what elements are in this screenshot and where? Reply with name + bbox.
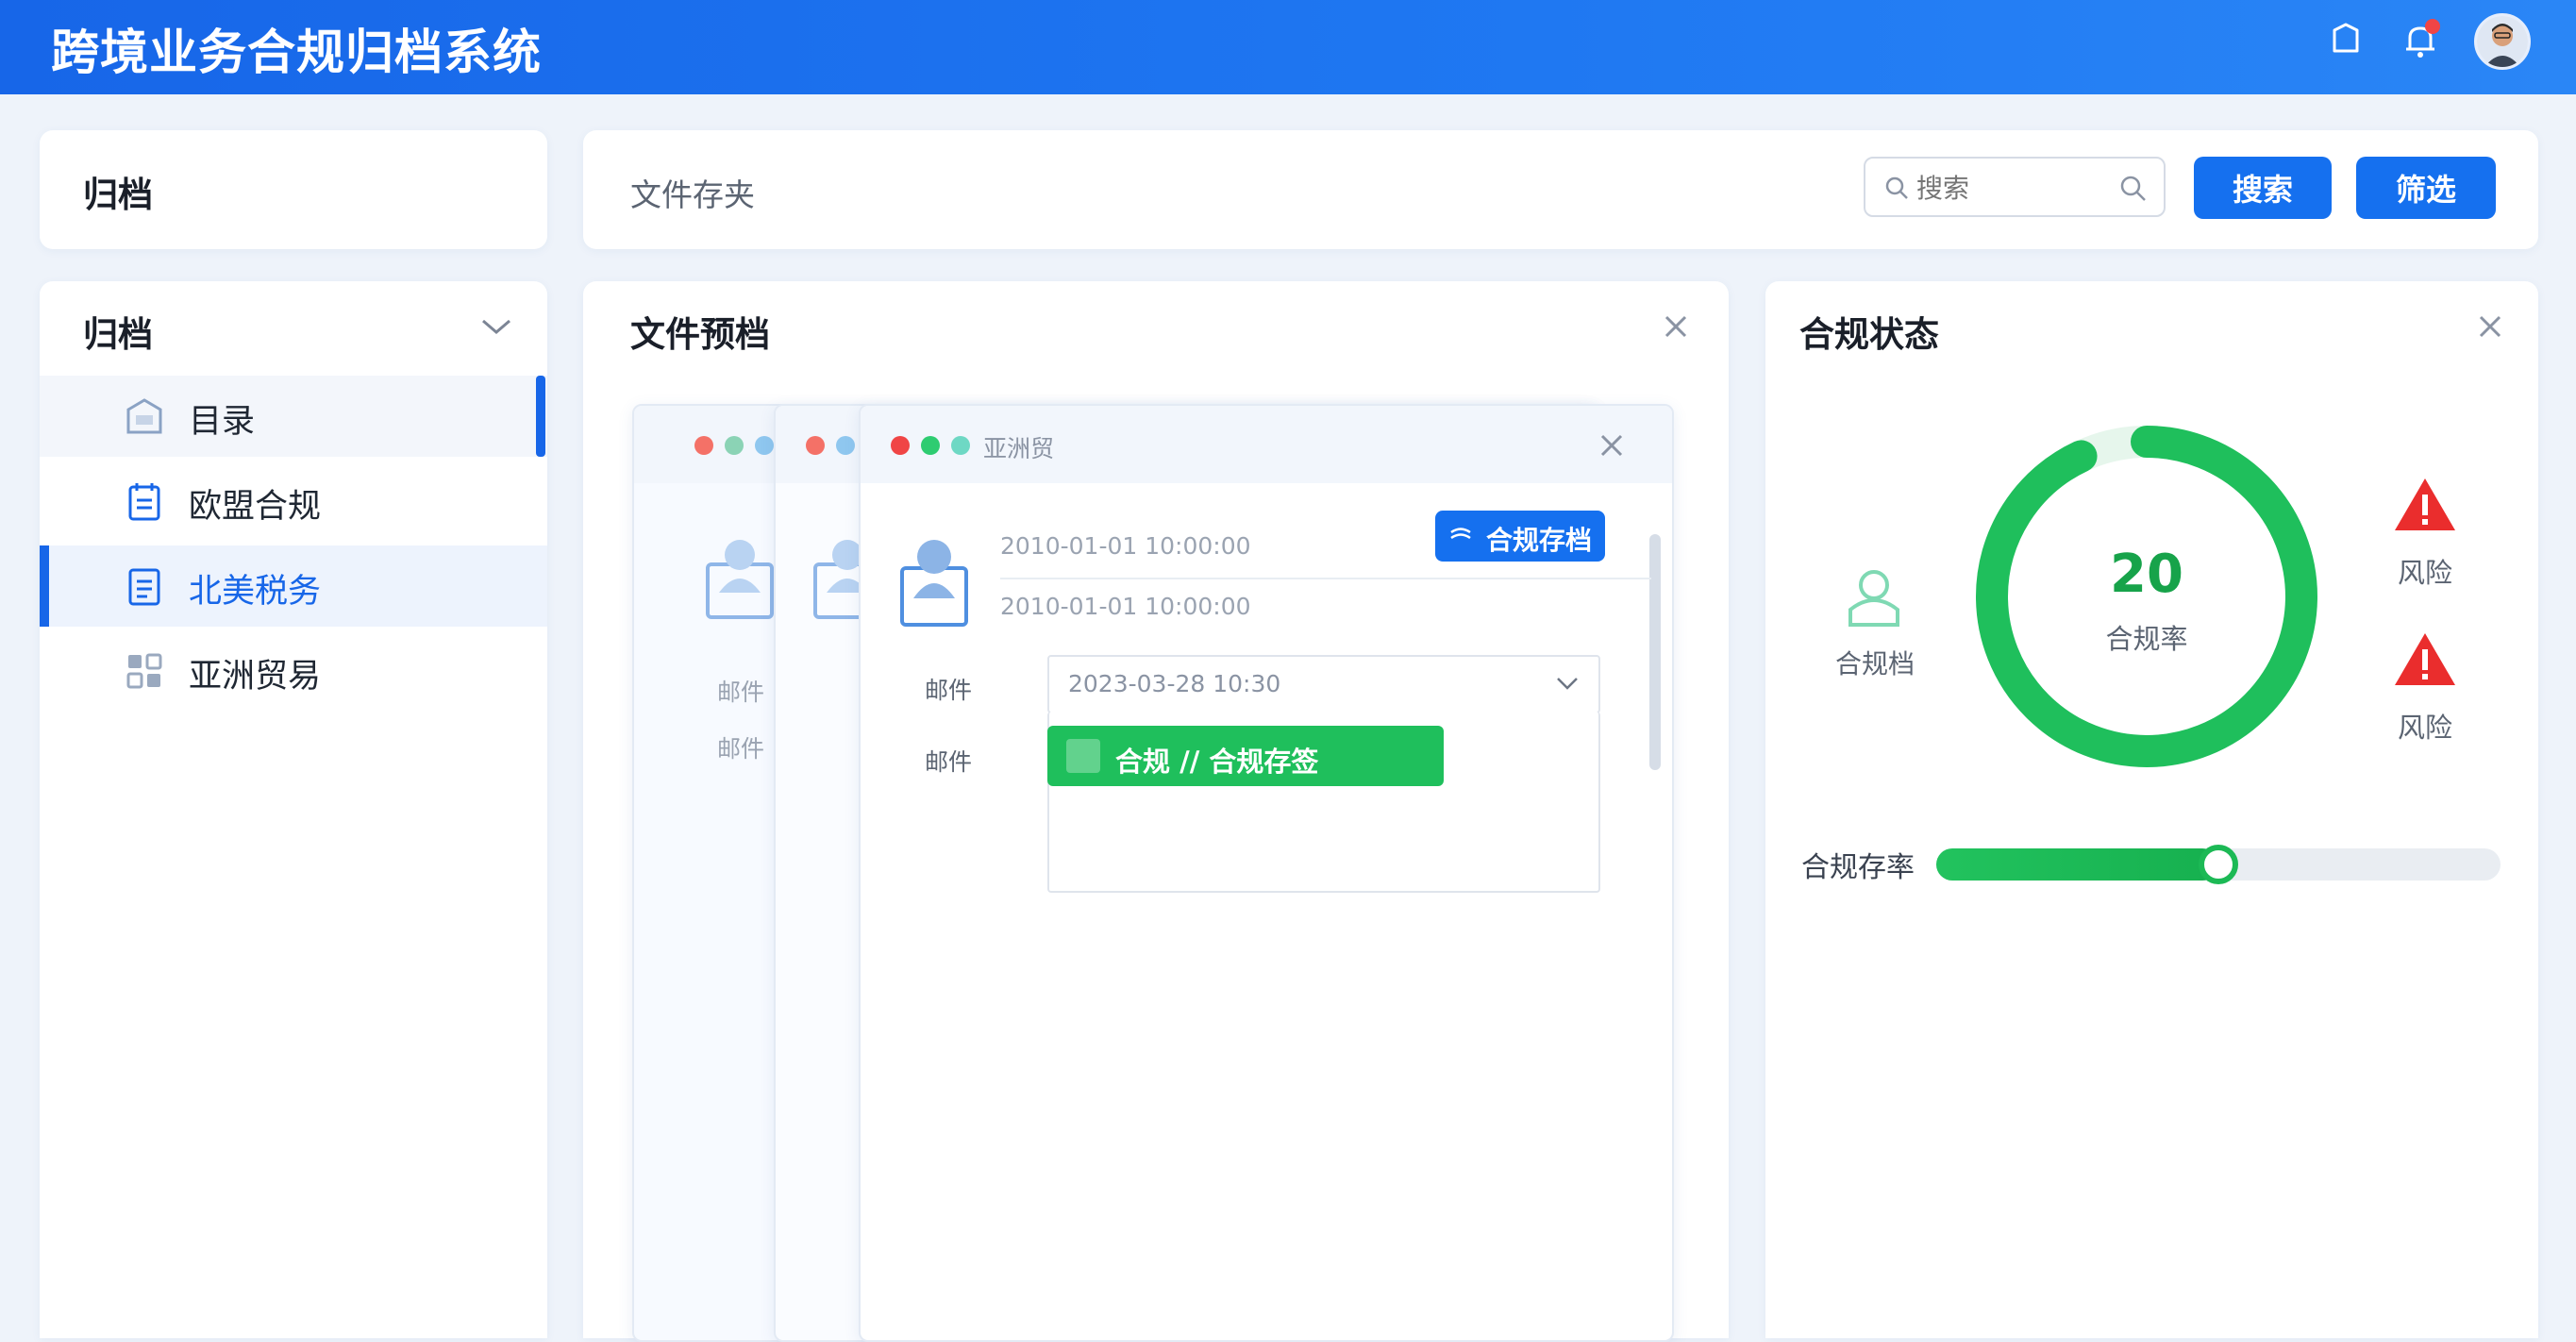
sidebar-item-label: 目录 <box>189 403 256 441</box>
archive-label: 合规档 <box>1835 648 1915 679</box>
progress-label: 合规存率 <box>1801 851 1915 884</box>
sidebar-item-na-tax[interactable]: 北美税务 <box>40 545 547 627</box>
compliance-archive-badge[interactable]: 合规存档 <box>1435 511 1605 562</box>
timestamp: 2010-01-01 10:00:00 <box>1000 593 1251 620</box>
app-title: 跨境业务合规归档系统 <box>51 25 543 81</box>
archive-user-icon <box>1848 570 1899 627</box>
doc-icon <box>1066 739 1100 773</box>
progress-fill <box>1936 848 2218 881</box>
badge-label: 合规存档 <box>1486 525 1593 556</box>
date-select[interactable]: 2023-03-28 10:30 <box>1047 655 1600 713</box>
left-title-card: 归档 <box>40 130 547 249</box>
compliance-title: 合规状态 <box>1799 314 1939 355</box>
sidebar-item-asia-trade[interactable]: 亚洲贸易 <box>40 630 547 712</box>
sidebar-section-title: 归档 <box>83 314 153 355</box>
grid-icon <box>126 653 162 689</box>
field-label: 邮件 <box>925 748 973 776</box>
search-icon <box>1885 176 1908 199</box>
cube-icon[interactable] <box>2325 19 2367 60</box>
active-indicator <box>40 545 49 627</box>
close-icon[interactable] <box>1598 432 1625 459</box>
search-button[interactable]: 搜索 <box>2194 157 2332 219</box>
progress-knob[interactable] <box>2199 845 2238 884</box>
user-document-icon <box>900 540 968 627</box>
sidebar-item-eu-compliance[interactable]: 欧盟合规 <box>40 461 547 542</box>
sidebar-item-label: 亚洲贸易 <box>189 658 322 696</box>
compliance-progress[interactable] <box>1936 845 2501 884</box>
divider <box>1000 578 1651 579</box>
notification-dot <box>2425 19 2440 34</box>
warning-icon <box>2395 478 2455 530</box>
document-icon <box>128 568 160 606</box>
clipboard-icon <box>128 483 160 521</box>
warning-icon <box>2395 633 2455 685</box>
folder-icon <box>126 398 162 434</box>
gauge-value: 20 <box>2110 544 2183 605</box>
filter-button[interactable]: 筛选 <box>2356 157 2496 219</box>
top-bar: 跨境业务合规归档系统 <box>0 0 2576 94</box>
chevron-down-icon[interactable] <box>479 315 513 338</box>
date-value: 2023-03-28 10:30 <box>1068 670 1281 697</box>
scrollbar[interactable] <box>1649 534 1661 770</box>
risk-label: 风险 <box>2397 557 2452 589</box>
sidebar-item-label: 北美税务 <box>189 573 322 611</box>
user-document-icon <box>706 540 774 619</box>
left-title: 归档 <box>83 175 153 215</box>
close-icon[interactable] <box>1663 313 1689 340</box>
gauge-label: 合规率 <box>2105 623 2188 655</box>
search-input[interactable] <box>1915 168 2107 208</box>
breadcrumb: 文件存夹 <box>630 176 755 213</box>
stack-icon <box>1450 528 1471 540</box>
sidebar-item-label: 欧盟合规 <box>189 488 322 526</box>
compliance-action-button[interactable]: 合规 // 合规存签 <box>1047 726 1444 786</box>
sidebar-item-directory[interactable]: 目录 <box>40 376 547 457</box>
action-label: 合规 // 合规存签 <box>1115 746 1319 778</box>
compliance-panel: 合规状态 合规档 20 合规率 风险 风险 合规存率 <box>1765 281 2538 1338</box>
scroll-indicator[interactable] <box>536 376 545 457</box>
risk-label: 风险 <box>2397 712 2452 744</box>
back-field-label: 邮件 <box>717 735 765 763</box>
search-box[interactable] <box>1864 157 2166 217</box>
search-icon[interactable] <box>2118 174 2147 202</box>
timestamp: 2010-01-01 10:00:00 <box>1000 532 1251 560</box>
user-avatar[interactable] <box>2474 13 2531 70</box>
close-icon[interactable] <box>2477 313 2503 340</box>
field-label: 邮件 <box>925 677 973 704</box>
window-title: 亚洲贸 <box>983 435 1055 462</box>
preview-title: 文件预档 <box>630 314 770 355</box>
back-field-label: 邮件 <box>717 679 765 706</box>
chevron-down-icon <box>1557 678 1578 690</box>
